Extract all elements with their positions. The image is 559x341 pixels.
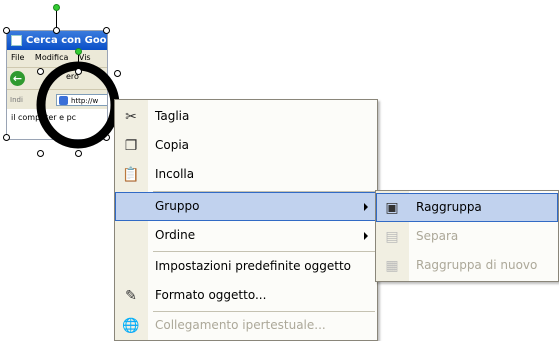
menu-item-label: Taglia [155,109,190,123]
submenu-arrow-icon [364,203,368,211]
menu-item-paste[interactable]: 📋 Incolla [115,160,377,189]
scissors-icon: ✂ [125,109,137,125]
menu-item-group[interactable]: Gruppo [115,192,377,221]
ring-handle-top-right[interactable] [114,70,121,77]
back-arrow-icon: ← [10,71,25,86]
ring-handle-top[interactable] [75,68,82,75]
group-submenu: ▣ Raggruppa ▤ Separa ▦ Raggruppa di nuov… [375,190,559,282]
menu-item-label: Ordine [155,228,196,242]
hyperlink-icon: 🌐 [122,318,140,334]
thumbnail-title: Cerca con Goo [26,35,107,46]
ungroup-icon: ▤ [385,229,399,245]
menu-item-default-object-settings[interactable]: Impostazioni predefinite oggetto [115,252,377,281]
submenu-item-label: Raggruppa di nuovo [416,258,538,272]
ring-handle-top-left[interactable] [37,68,44,75]
menu-item-label: Gruppo [155,199,200,213]
submenu-item-regroup[interactable]: ▦ Raggruppa di nuovo [376,251,558,280]
menu-item-cut[interactable]: ✂ Taglia [115,102,377,131]
format-object-icon: ✎ [125,288,137,304]
menu-item-hyperlink[interactable]: 🌐 Collegamento ipertestuale... [115,311,377,340]
submenu-item-group[interactable]: ▣ Raggruppa [376,193,558,222]
resize-handle-top[interactable] [53,27,60,34]
ring-rotation-handle[interactable] [75,48,82,55]
menu-item-order[interactable]: Ordine [115,221,377,250]
copy-icon: ❐ [124,138,138,154]
ring-ellipse [36,61,120,149]
menu-item-copy[interactable]: ❐ Copia [115,131,377,160]
group-icon: ▣ [385,200,399,216]
submenu-item-ungroup[interactable]: ▤ Separa [376,222,558,251]
submenu-item-label: Separa [416,229,459,243]
menu-item-format-object[interactable]: ✎ Formato oggetto... [115,281,377,310]
menu-item-label: Formato oggetto... [155,288,267,302]
ring-handle-bottom-left[interactable] [37,150,44,157]
regroup-icon: ▦ [385,258,399,274]
ring-handle-bottom[interactable] [75,150,82,157]
resize-handle-bottom-left[interactable] [3,134,10,141]
menu-item-label: Impostazioni predefinite oggetto [155,259,352,273]
menu-item-label: Incolla [155,167,195,181]
paste-icon: 📋 [122,167,140,183]
browser-window-icon [11,35,22,46]
resize-handle-top-right[interactable] [103,27,110,34]
thumbnail-address-prefix: Indi [10,96,23,104]
resize-handle-top-left[interactable] [3,27,10,34]
submenu-arrow-icon [364,232,368,240]
menu-item-label: Copia [155,138,190,152]
context-menu: ✂ Taglia ❐ Copia 📋 Incolla Gruppo Ordine… [114,99,378,341]
submenu-item-label: Raggruppa [416,200,482,214]
rotation-handle[interactable] [53,4,60,11]
menu-item-label: Collegamento ipertestuale... [155,318,326,332]
canvas: Cerca con Goo File Modifica Vis ← ero In… [0,0,559,341]
